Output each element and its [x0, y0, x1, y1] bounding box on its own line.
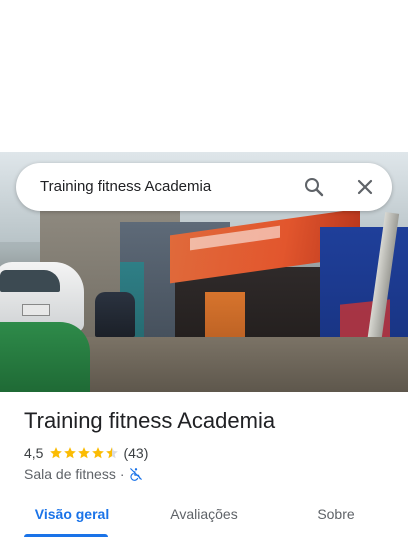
tab-reviews[interactable]: Avaliações	[156, 496, 252, 532]
photo-foreground	[0, 322, 90, 392]
star-icon	[106, 447, 119, 459]
tab-overview[interactable]: Visão geral	[24, 496, 120, 532]
place-category: Sala de fitness	[24, 466, 116, 482]
search-bar[interactable]: Training fitness Academia	[16, 163, 392, 211]
star-icon	[78, 447, 91, 459]
photo-people	[95, 292, 135, 337]
search-icon[interactable]	[302, 175, 326, 199]
place-title: Training fitness Academia	[24, 408, 276, 433]
blank-area	[0, 0, 408, 152]
photo-car-plate	[22, 304, 50, 316]
close-icon[interactable]	[353, 175, 377, 199]
star-rating	[49, 446, 119, 460]
star-icon	[92, 447, 105, 459]
separator: ·	[119, 466, 125, 482]
rating-row[interactable]: 4,5 (43)	[24, 444, 148, 462]
search-input[interactable]: Training fitness Academia	[40, 163, 211, 211]
category-row: Sala de fitness ·	[24, 465, 143, 483]
review-count[interactable]: (43)	[123, 445, 148, 461]
star-icon	[64, 447, 77, 459]
place-tabs: Visão geral Avaliações Sobre	[0, 496, 408, 544]
rating-value: 4,5	[24, 445, 44, 461]
active-tab-indicator	[24, 534, 108, 537]
star-icon	[50, 447, 63, 459]
photo-car-window	[0, 270, 60, 292]
no-wheelchair-icon	[129, 467, 143, 481]
tab-about[interactable]: Sobre	[296, 496, 376, 532]
